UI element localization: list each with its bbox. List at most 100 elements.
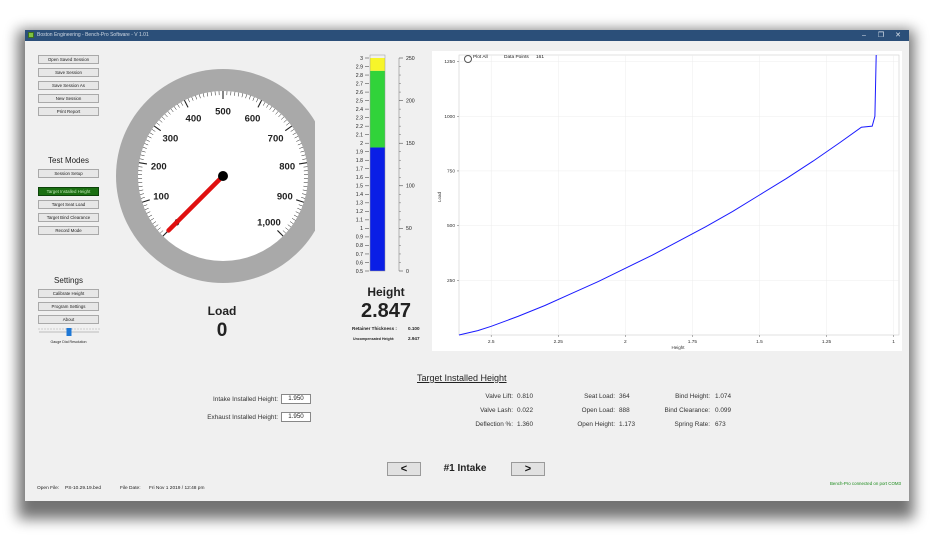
height-value: 2.847: [360, 300, 412, 322]
load-value: 0: [216, 320, 228, 341]
height-bar-left-label: 1.7: [356, 167, 363, 173]
x-tick-label: 2: [624, 339, 627, 345]
height-bar-right-label: 100: [406, 184, 415, 190]
calibrate-height-button[interactable]: Calibrate Height: [38, 289, 99, 298]
load-gauge: 01002003004005006007008009001,000: [116, 69, 315, 283]
height-bar-left-label: 0.5: [356, 269, 363, 275]
session-setup-button[interactable]: Session Setup: [38, 169, 99, 178]
height-bar-left-label: 0.7: [356, 252, 363, 258]
valve-lift-value: 0.810: [517, 393, 533, 400]
height-bar-left-label: 1.6: [356, 175, 363, 181]
open-saved-session-button[interactable]: Open Saved Session: [38, 55, 99, 64]
previous-valve-button[interactable]: <: [387, 462, 421, 476]
height-bar-left-label: 2.5: [356, 98, 363, 104]
slider-thumb[interactable]: [66, 328, 72, 336]
height-bar-left-label: 1.4: [356, 192, 363, 198]
valve-lash-value: 0.022: [517, 407, 533, 414]
open-file-label: Open File:: [37, 486, 60, 491]
test-modes-heading: Test Modes: [48, 156, 89, 165]
x-tick-label: 2.5: [488, 339, 495, 345]
app-icon: [28, 32, 34, 38]
height-bar-left-label: 0.9: [356, 235, 363, 241]
gauge-resolution-slider[interactable]: [38, 326, 100, 338]
seat-load-label: Seat Load:: [584, 393, 615, 400]
connection-status: Bench-Pro connected on port COM3: [829, 481, 901, 486]
height-bar-right-label: 50: [406, 226, 412, 232]
window-title: Boston Engineering - Bench-Pro Software …: [37, 32, 149, 38]
title-bar: Boston Engineering - Bench-Pro Software …: [25, 30, 909, 41]
height-bar-left-label: 2.1: [356, 132, 363, 138]
maximize-button[interactable]: ❐: [873, 30, 889, 41]
height-bar-left-label: 2.2: [356, 124, 363, 130]
data-points-value: 161: [536, 55, 545, 60]
height-bar-left-label: 2.6: [356, 90, 363, 96]
gauge-tick-label: 700: [268, 133, 284, 144]
plot-all-radio[interactable]: [464, 55, 472, 63]
intake-installed-height-field[interactable]: 1.950: [281, 394, 311, 404]
gauge-tick-label: 800: [279, 161, 295, 172]
y-tick-label: 250: [447, 278, 455, 284]
height-bar-left-label: 2.7: [356, 81, 363, 87]
deflection-label: Deflection %:: [475, 421, 513, 428]
bind-height-label: Bind Height:: [675, 393, 710, 400]
close-button[interactable]: ✕: [890, 30, 906, 41]
height-bar-zone: [370, 147, 385, 271]
minimize-button[interactable]: –: [856, 30, 872, 41]
gauge-tick-label: 600: [245, 114, 261, 125]
load-title: Load: [207, 304, 237, 318]
height-bar-left-label: 2.9: [356, 64, 363, 70]
new-session-button[interactable]: New Session: [38, 94, 99, 103]
target-seat-load-button[interactable]: Target Seat Load: [38, 200, 99, 209]
height-bar-right-label: 250: [406, 56, 415, 62]
height-bar-left-label: 0.8: [356, 243, 363, 249]
height-bar-zone: [370, 58, 385, 71]
print-report-button[interactable]: Print Report: [38, 107, 99, 116]
spring-rate-label: Spring Rate:: [674, 421, 710, 428]
y-tick-label: 500: [447, 223, 455, 229]
target-installed-height-button[interactable]: Target Installed Height: [38, 187, 99, 196]
height-bar-left-label: 0.6: [356, 260, 363, 266]
program-settings-button[interactable]: Program Settings: [38, 302, 99, 311]
file-date-label: File Date:: [120, 486, 141, 491]
save-session-as-button[interactable]: Save Session As: [38, 81, 99, 90]
exhaust-installed-height-field[interactable]: 1.950: [281, 412, 311, 422]
plot-all-label: Plot All: [473, 55, 488, 60]
open-load-value: 888: [619, 407, 630, 414]
height-bar-right-label: 0: [406, 269, 409, 275]
record-mode-button[interactable]: Record Mode: [38, 226, 99, 235]
open-height-label: Open Height:: [577, 421, 615, 428]
target-bind-clearance-button[interactable]: Target Bind Clearance: [38, 213, 99, 222]
y-tick-label: 1250: [444, 59, 455, 65]
y-tick-label: 1000: [444, 114, 455, 120]
current-valve-label: #1 Intake: [443, 463, 487, 474]
x-tick-label: 1.25: [822, 339, 832, 345]
gauge-tick-label: 500: [215, 107, 231, 118]
app-window: Boston Engineering - Bench-Pro Software …: [25, 30, 909, 501]
retainer-thickness-label: Retainer Thickness :: [352, 326, 397, 331]
y-tick-label: 750: [447, 169, 455, 175]
height-bar-right-label: 200: [406, 98, 415, 104]
uncompensated-height-value: 2.947: [408, 336, 420, 341]
save-session-button[interactable]: Save Session: [38, 68, 99, 77]
height-bar-left-label: 2: [360, 141, 363, 147]
open-height-value: 1.173: [619, 421, 635, 428]
height-bar-left-label: 1.9: [356, 150, 363, 156]
bind-clearance-value: 0.099: [715, 407, 731, 414]
settings-heading: Settings: [54, 276, 83, 285]
height-bar-left-label: 2.4: [356, 107, 363, 113]
gauge-tick-label: 900: [277, 192, 293, 203]
x-axis-label: Height: [671, 345, 685, 350]
exhaust-installed-height-label: Exhaust Installed Height:: [207, 414, 278, 421]
next-valve-button[interactable]: >: [511, 462, 545, 476]
gauge-tick-label: 400: [186, 114, 202, 125]
bind-height-value: 1.074: [715, 393, 731, 400]
data-points-label: Data Points: [504, 55, 529, 60]
x-tick-label: 1: [892, 339, 895, 345]
slider-label: Gauge Dial Resolution: [50, 340, 87, 344]
gauge-tick-label: 300: [162, 133, 178, 144]
x-tick-label: 1.75: [688, 339, 698, 345]
height-bar-left-label: 2.3: [356, 115, 363, 121]
height-bar-left-label: 1.1: [356, 218, 363, 224]
valve-lift-label: Valve Lift:: [485, 393, 513, 400]
about-button[interactable]: About: [38, 315, 99, 324]
